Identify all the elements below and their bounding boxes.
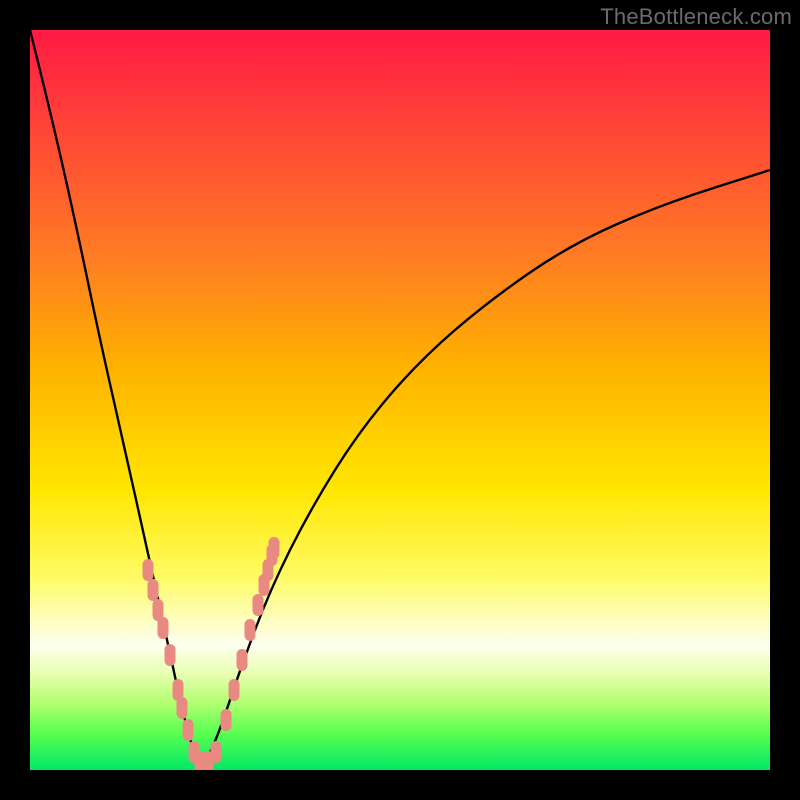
chart-frame: TheBottleneck.com (0, 0, 800, 800)
marker-dot (237, 649, 248, 671)
chart-svg (30, 30, 770, 770)
marker-dot (165, 644, 176, 666)
bottleneck-curve (30, 30, 770, 762)
marker-dot (229, 679, 240, 701)
marker-dot (211, 741, 222, 763)
marker-dot (183, 719, 194, 741)
marker-dot (245, 619, 256, 641)
chart-plot-area (30, 30, 770, 770)
marker-dot (177, 697, 188, 719)
marker-dot (253, 594, 264, 616)
watermark-text: TheBottleneck.com (600, 4, 792, 30)
marker-dot (148, 579, 159, 601)
marker-dot (158, 617, 169, 639)
marker-dot (221, 709, 232, 731)
marker-dot (269, 537, 280, 559)
highlight-markers (143, 537, 280, 770)
marker-dot (143, 559, 154, 581)
